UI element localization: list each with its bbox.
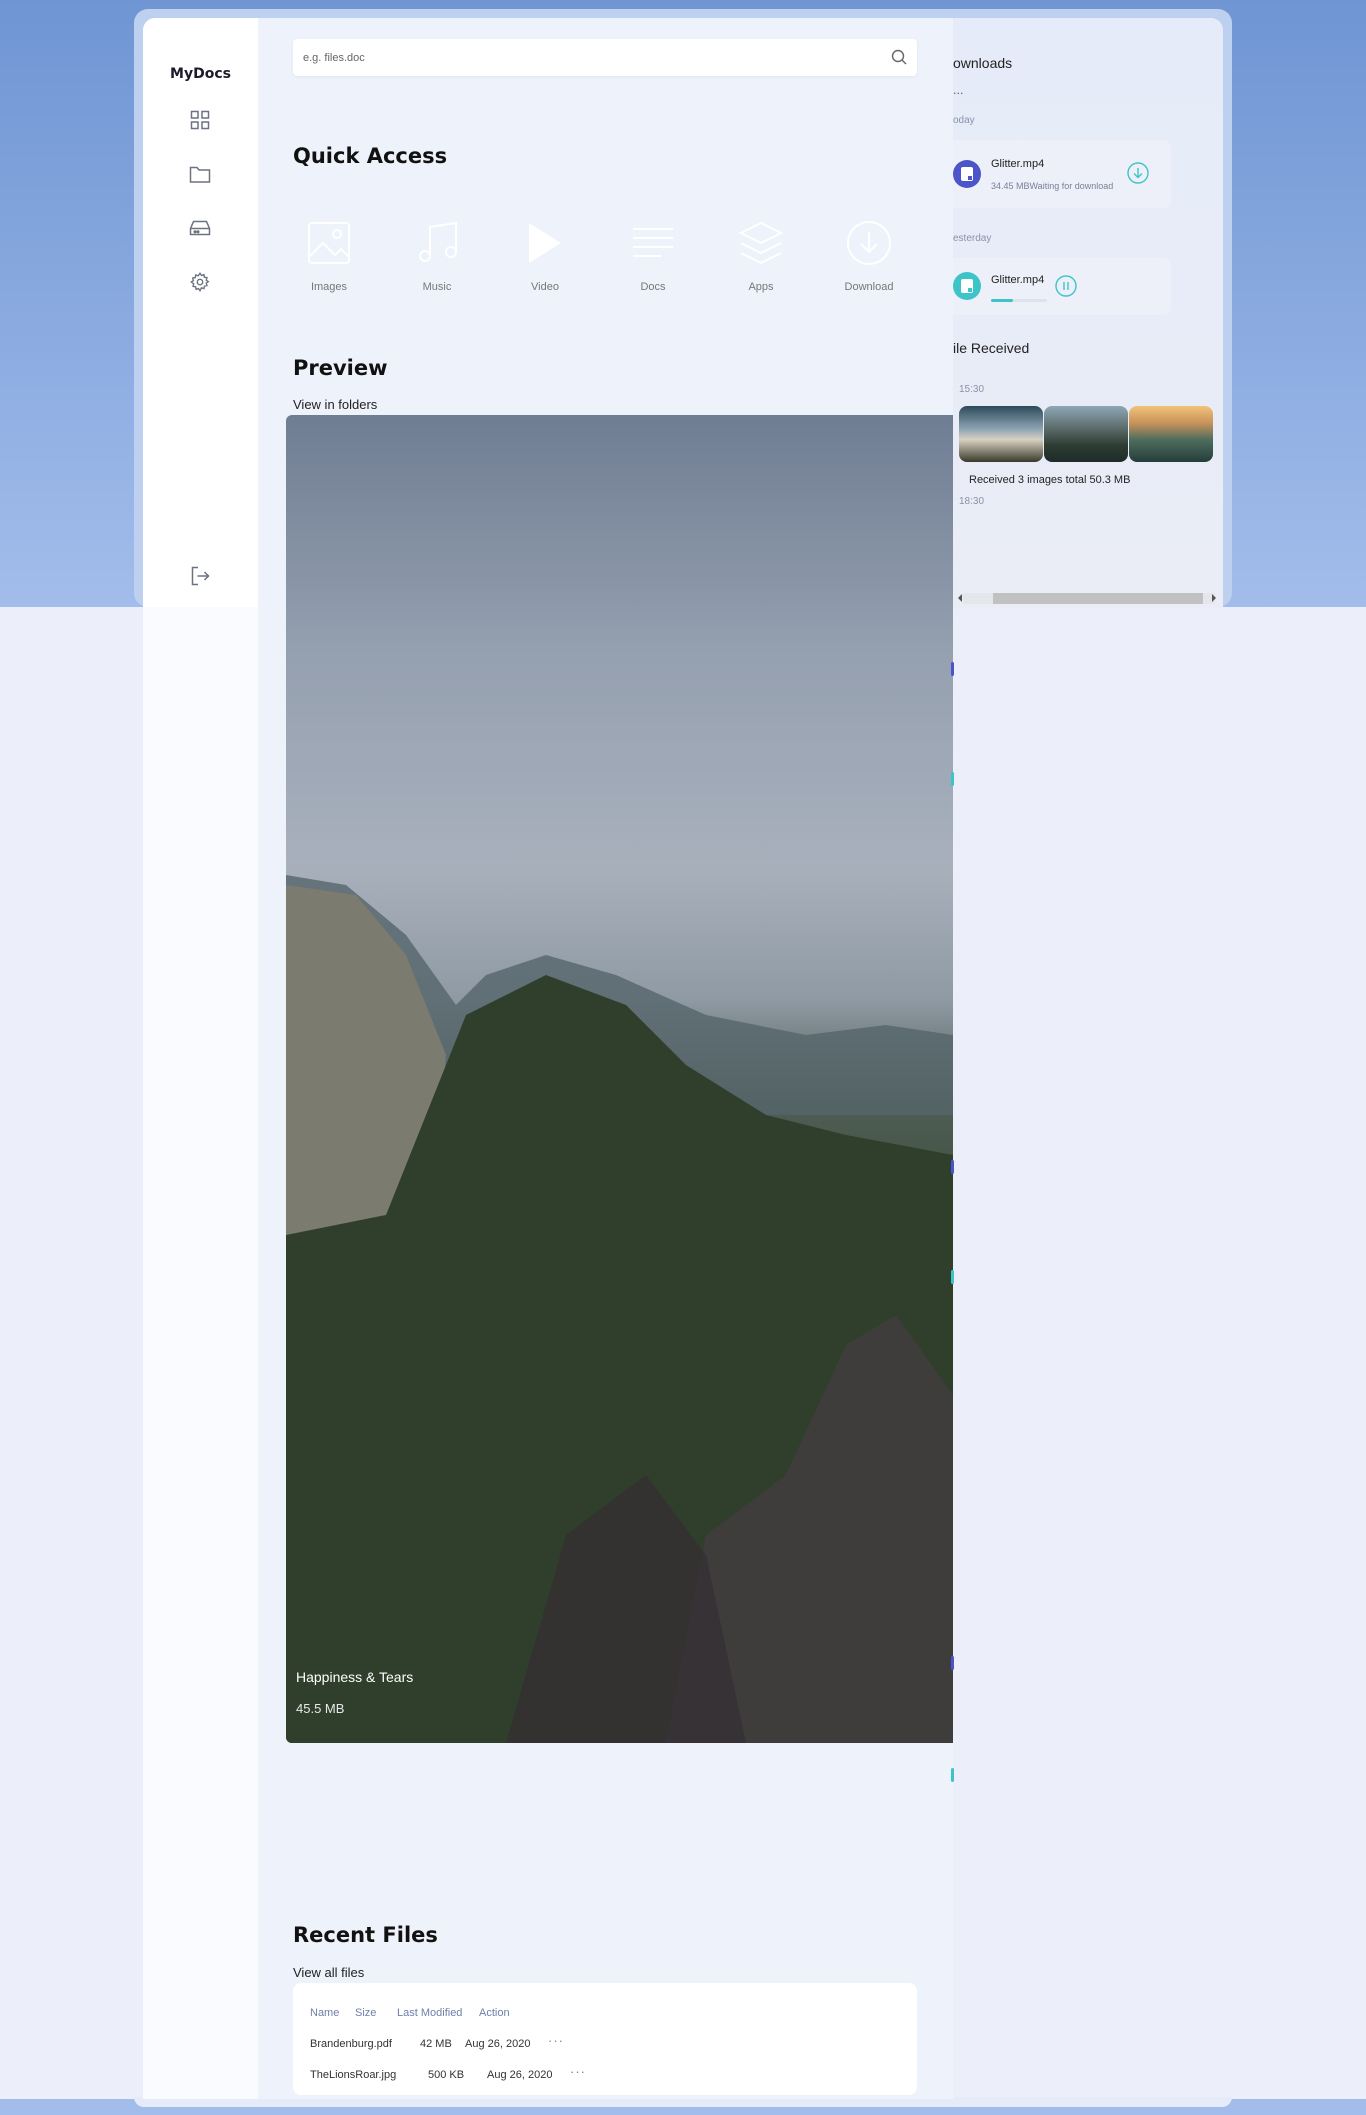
recent-files-table: Name Size Last Modified Action Brandenbu… [293,1983,917,2095]
file-size: 42 MB [420,2038,452,2050]
downloads-subtitle: ... [953,84,964,97]
sidebar: MyDocs [143,18,258,608]
received-image-thumbnail[interactable] [959,406,1043,462]
preview-card-size: 45.5 MB [296,1701,345,1716]
quick-access-label: Music [422,281,452,293]
received-image-thumbnail[interactable] [1129,406,1213,462]
main-content: Quick Access Images Music Video Docs [258,18,953,2099]
edge-indicator [951,1160,954,1174]
received-time: 18:30 [959,496,985,507]
column-header-modified[interactable]: Last Modified [397,2007,462,2019]
logout-icon[interactable] [187,563,213,589]
edge-indicator [951,772,954,786]
gear-icon[interactable] [187,269,213,295]
docs-icon [608,213,698,273]
music-icon [392,213,482,273]
download-progress-fill [991,299,1014,302]
right-panel: ownloads ... oday Glitter.mp4 34.45 MBWa… [953,18,1223,608]
preview-card[interactable]: Happiness & Tears 45.5 MB [286,415,953,1743]
drive-icon[interactable] [187,215,213,241]
quick-access-title: Quick Access [293,144,448,168]
pause-circle-icon[interactable] [1055,275,1077,301]
download-file-name: Glitter.mp4 [991,274,1045,286]
folder-icon[interactable] [187,161,213,187]
view-in-folders-link[interactable]: View in folders [293,397,377,412]
download-icon [824,213,914,273]
file-name: TheLionsRoar.jpg [310,2069,397,2081]
edge-indicator [951,1768,954,1782]
edge-indicator [951,1656,954,1670]
preview-image [286,875,953,1743]
app-logo: MyDocs [170,66,231,82]
received-time: 15:30 [959,384,985,395]
file-size: 500 KB [428,2069,465,2081]
column-header-action[interactable]: Action [479,2007,510,2019]
scrollbar-thumb[interactable] [993,593,1203,604]
row-actions-button[interactable]: ··· [548,2033,564,2048]
quick-access-label: Download [844,281,894,293]
file-modified: Aug 26, 2020 [465,2038,531,2050]
download-item[interactable]: Glitter.mp4 34.45 MBWaiting for download [953,140,1171,208]
file-name: Brandenburg.pdf [310,2038,392,2050]
downloads-title: ownloads [953,55,1013,71]
layers-icon [716,213,806,273]
grid-icon[interactable] [187,107,213,133]
edge-indicator [951,662,954,676]
file-icon [953,160,981,188]
recent-files-title: Recent Files [293,1923,438,1947]
sidebar-extension [143,607,258,2099]
quick-access-apps[interactable]: Apps [716,213,806,293]
quick-access-video[interactable]: Video [500,213,590,293]
search-input[interactable] [303,39,863,76]
column-header-size[interactable]: Size [355,2007,376,2019]
preview-title: Preview [293,356,388,380]
quick-access-music[interactable]: Music [392,213,482,293]
preview-card-title: Happiness & Tears [296,1669,414,1685]
view-all-files-link[interactable]: View all files [293,1965,364,1980]
file-modified: Aug 26, 2020 [487,2069,553,2081]
download-file-name: Glitter.mp4 [991,158,1045,170]
file-received-title: ile Received [953,340,1030,356]
scroll-right-icon[interactable] [1211,594,1217,602]
received-summary: Received 3 images total 50.3 MB [969,474,1131,486]
quick-access-images[interactable]: Images [284,213,374,293]
download-group-date: esterday [953,233,992,244]
download-group-date: oday [953,115,975,126]
quick-access-docs[interactable]: Docs [608,213,698,293]
download-item[interactable]: Glitter.mp4 [953,258,1171,315]
edge-indicator [951,1270,954,1284]
download-circle-icon[interactable] [1127,162,1149,188]
quick-access-download[interactable]: Download [824,213,914,293]
download-status: 34.45 MBWaiting for download [991,181,1114,191]
search-bar [293,39,917,76]
play-icon [500,213,590,273]
quick-access-label: Video [531,281,559,293]
search-icon[interactable] [891,49,907,69]
quick-access-label: Docs [640,281,666,293]
received-image-thumbnail[interactable] [1044,406,1128,462]
horizontal-scrollbar[interactable] [953,590,1223,604]
download-progress-track [991,299,1047,302]
column-header-name[interactable]: Name [310,2007,339,2019]
quick-access-label: Images [310,281,348,293]
file-icon [953,272,981,300]
scroll-left-icon[interactable] [957,594,963,602]
row-actions-button[interactable]: ··· [570,2064,586,2079]
quick-access-label: Apps [748,281,774,293]
image-icon [284,213,374,273]
